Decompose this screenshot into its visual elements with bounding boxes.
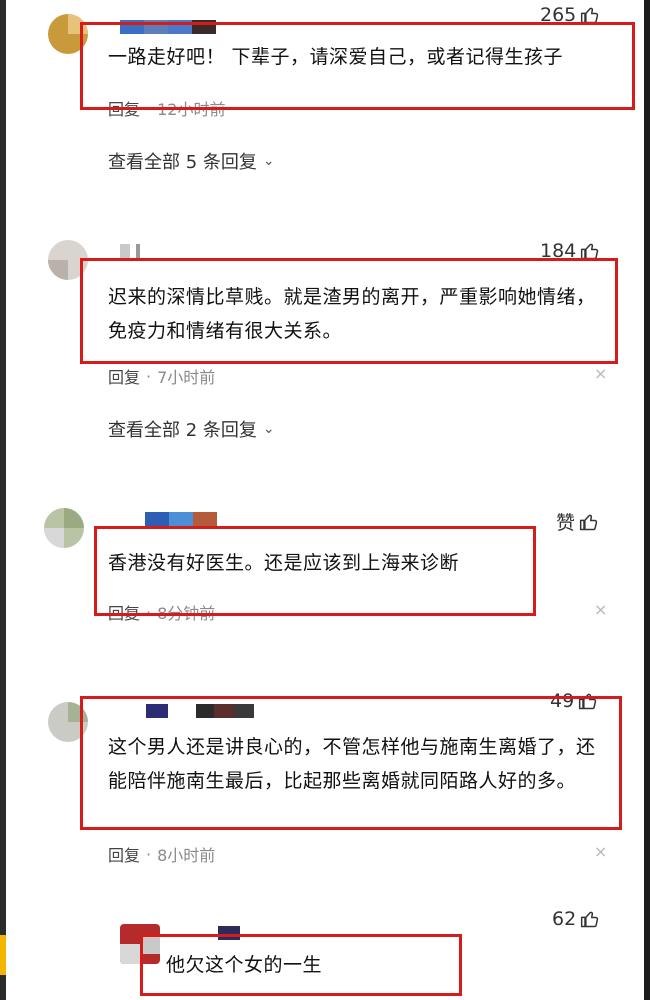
comment-meta: 回复 · 12小时前: [108, 96, 225, 120]
comment-text: 迟来的深情比草贱。就是渣男的离开，严重影响她情绪，免疫力和情绪有很大关系。: [108, 286, 596, 342]
close-icon[interactable]: ×: [594, 600, 607, 619]
comment-text: 这个男人还是讲良心的，不管怎样他与施南生离婚了，还能陪伴施南生最后，比起那些离婚…: [108, 736, 596, 792]
like-count: 赞: [556, 512, 576, 534]
view-all-replies-button[interactable]: 查看全部 5 条回复 ⌄: [108, 148, 275, 174]
view-all-label: 查看全部 5 条回复: [108, 152, 257, 173]
left-edge-accent: [0, 935, 6, 975]
separator-dot: ·: [146, 98, 152, 118]
like-count: 265: [540, 4, 577, 26]
avatar[interactable]: [48, 14, 88, 54]
comment-text: 他欠这个女的一生: [166, 954, 323, 976]
separator-dot: ·: [146, 844, 152, 864]
like-count: 184: [540, 240, 577, 262]
view-all-label: 查看全部 2 条回复: [108, 420, 257, 441]
username-mosaic[interactable]: [120, 244, 140, 258]
comment-time: 8分钟前: [157, 604, 216, 623]
separator-dot: ·: [146, 366, 152, 386]
like-count: 62: [552, 908, 577, 930]
avatar[interactable]: [120, 924, 160, 964]
comment-time: 12小时前: [157, 100, 226, 119]
like-button[interactable]: 265: [540, 4, 600, 26]
comment-meta: 回复 · 7小时前: [108, 364, 215, 388]
reply-button[interactable]: 回复: [108, 96, 140, 120]
thumbs-up-icon: [581, 7, 599, 24]
thumbs-up-icon: [579, 693, 597, 710]
like-button[interactable]: 62: [552, 908, 600, 930]
close-icon[interactable]: ×: [594, 842, 607, 861]
view-all-replies-button[interactable]: 查看全部 2 条回复 ⌄: [108, 416, 275, 442]
username-mosaic[interactable]: [145, 512, 217, 526]
username-mosaic[interactable]: [218, 926, 240, 940]
comment-time: 7小时前: [157, 368, 216, 387]
thumbs-up-icon: [581, 243, 599, 260]
separator-dot: ·: [146, 602, 152, 622]
reply-button[interactable]: 回复: [108, 842, 140, 866]
comment-text: 一路走好吧！ 下辈子，请深爱自己，或者记得生孩子: [108, 46, 564, 68]
chevron-down-icon: ⌄: [262, 153, 275, 169]
username-mosaic[interactable]: [146, 704, 254, 718]
comment-meta: 回复 · 8小时前: [108, 842, 215, 866]
comment-text: 香港没有好医生。还是应该到上海来诊断: [108, 552, 460, 574]
like-button[interactable]: 184: [540, 240, 600, 262]
comment-time: 8小时前: [157, 846, 216, 865]
like-button[interactable]: 49: [550, 690, 598, 712]
reply-button[interactable]: 回复: [108, 364, 140, 388]
thumbs-up-icon: [581, 911, 599, 928]
like-button[interactable]: 赞: [556, 508, 599, 535]
left-window-edge: [0, 0, 6, 1000]
comment-meta: 回复 · 8分钟前: [108, 600, 215, 624]
right-window-edge: [644, 0, 650, 1000]
chevron-down-icon: ⌄: [262, 421, 275, 437]
thumbs-up-icon: [579, 514, 598, 530]
reply-button[interactable]: 回复: [108, 600, 140, 624]
username-mosaic[interactable]: [120, 20, 216, 34]
avatar[interactable]: [44, 508, 84, 548]
like-count: 49: [550, 690, 575, 712]
close-icon[interactable]: ×: [594, 364, 607, 383]
avatar[interactable]: [48, 240, 88, 280]
avatar[interactable]: [48, 702, 88, 742]
